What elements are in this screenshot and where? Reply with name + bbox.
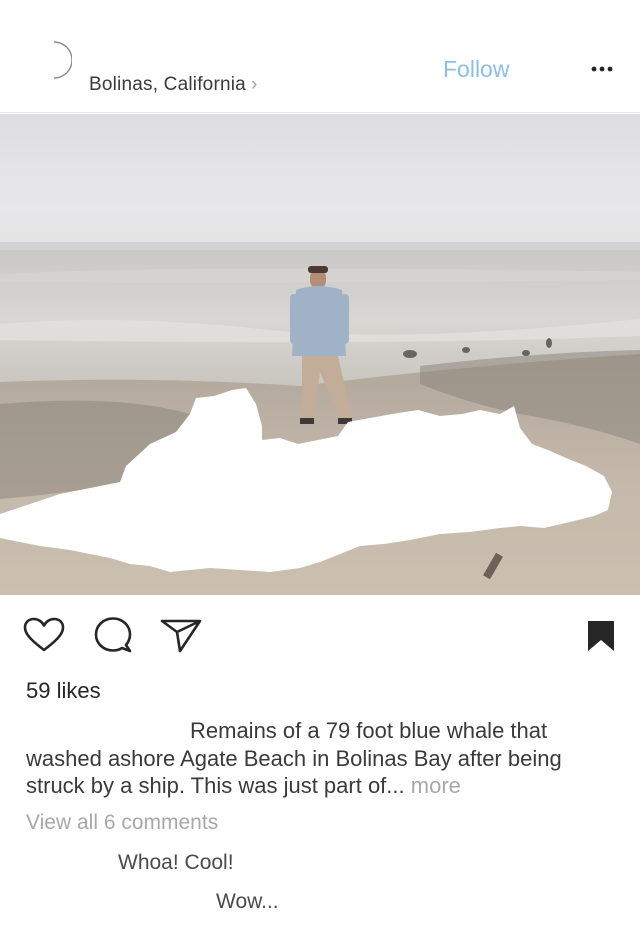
view-comments-link[interactable]: View all 6 comments: [26, 811, 218, 835]
bookmark-icon[interactable]: [586, 619, 616, 653]
likes-count[interactable]: 59 likes: [26, 678, 101, 704]
post-header: Bolinas, California › Follow: [0, 0, 640, 113]
location-link[interactable]: Bolinas, California ›: [89, 74, 257, 96]
paper-plane-icon[interactable]: [160, 618, 202, 654]
caption: Remains of a 79 foot blue whale that was…: [26, 717, 611, 800]
chevron-right-icon: ›: [250, 74, 258, 95]
caption-text: Remains of a 79 foot blue whale that was…: [26, 718, 562, 798]
heart-icon[interactable]: [23, 617, 65, 653]
comment-item: Whoa! Cool!: [118, 851, 234, 874]
post-photo[interactable]: [0, 114, 640, 595]
ellipsis-icon[interactable]: [589, 59, 615, 79]
comment-bubble-icon[interactable]: [93, 616, 133, 654]
follow-button[interactable]: Follow: [443, 56, 509, 83]
location-text: Bolinas, California: [89, 74, 246, 95]
avatar[interactable]: [28, 38, 72, 82]
caption-more-link[interactable]: more: [411, 773, 461, 798]
sky: [0, 114, 640, 250]
action-bar: [0, 595, 640, 665]
comment-item: Wow...: [216, 890, 279, 913]
